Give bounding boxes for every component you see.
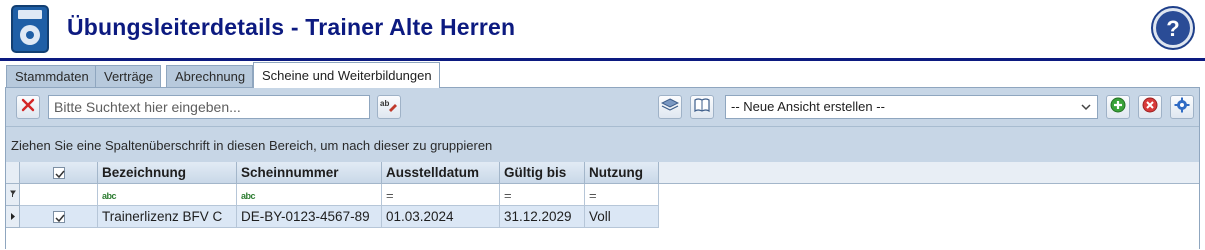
checkbox-checked-icon [52, 211, 65, 223]
group-by-panel[interactable]: Ziehen Sie eine Spaltenüberschrift in di… [6, 126, 1199, 162]
delete-circle-icon [1142, 97, 1158, 118]
spellcheck-button[interactable]: ab [377, 95, 401, 119]
text-filter-icon: abc [102, 191, 117, 201]
svg-text:ab: ab [380, 99, 389, 108]
select-all-checkbox[interactable] [20, 162, 98, 184]
abc-spellcheck-icon: ab [380, 97, 398, 118]
column-header-gueltig-bis[interactable]: Gültig bis [500, 162, 585, 184]
tab-vertraege[interactable]: Verträge [95, 65, 162, 87]
window-header: Übungsleiterdetails - Trainer Alte Herre… [0, 0, 1205, 61]
column-header-scheinnummer[interactable]: Scheinnummer [237, 162, 382, 184]
layers-button[interactable] [658, 95, 682, 119]
cell-bezeichnung[interactable]: Trainerlizenz BFV C [98, 206, 237, 228]
add-circle-icon [1110, 97, 1126, 118]
cell-nutzung[interactable]: Voll [585, 206, 659, 228]
filter-cell-ausstelldatum[interactable]: = [382, 184, 500, 206]
tab-strip: Stammdaten Verträge Abrechnung Scheine u… [0, 62, 1205, 88]
help-question-icon[interactable]: ? [1150, 5, 1196, 51]
filter-cell-scheinnummer[interactable]: abc [237, 184, 382, 206]
floppy-disk-icon [11, 5, 49, 53]
filter-cell-gueltig-bis[interactable]: = [500, 184, 585, 206]
text-filter-icon: abc [241, 191, 256, 201]
grid-header-row: Bezeichnung Scheinnummer Ausstelldatum G… [6, 162, 1199, 184]
delete-view-button[interactable] [1138, 95, 1162, 119]
chevron-down-icon [1080, 100, 1092, 114]
row-indicator [6, 206, 20, 228]
view-settings-button[interactable] [1170, 95, 1194, 119]
cell-gueltig-bis[interactable]: 31.12.2029 [500, 206, 585, 228]
layers-icon [660, 97, 680, 118]
header-filler [659, 162, 1199, 184]
table-row[interactable]: Trainerlizenz BFV C DE-BY-0123-4567-89 0… [6, 206, 1199, 228]
svg-text:?: ? [1166, 16, 1179, 41]
checkbox-checked-icon [52, 167, 65, 179]
grid-toolbar: ab -- Neue Ansicht erstelle [6, 88, 1199, 126]
row-indicator-header [6, 162, 20, 184]
column-header-nutzung[interactable]: Nutzung [585, 162, 659, 184]
data-grid: Bezeichnung Scheinnummer Ausstelldatum G… [6, 162, 1199, 250]
gear-icon [1174, 97, 1190, 118]
column-header-ausstelldatum[interactable]: Ausstelldatum [382, 162, 500, 184]
cell-ausstelldatum[interactable]: 01.03.2024 [382, 206, 500, 228]
book-button[interactable] [690, 95, 714, 119]
view-select-value: -- Neue Ansicht erstellen -- [731, 99, 885, 114]
book-icon [693, 97, 711, 118]
tab-abrechnung[interactable]: Abrechnung [166, 65, 254, 87]
add-view-button[interactable] [1106, 95, 1130, 119]
close-x-icon [21, 98, 35, 117]
equals-filter-icon: = [504, 188, 512, 203]
equals-filter-icon: = [386, 188, 394, 203]
view-select[interactable]: -- Neue Ansicht erstellen -- [725, 95, 1098, 119]
title-divider [0, 58, 1205, 61]
column-header-bezeichnung[interactable]: Bezeichnung [98, 162, 237, 184]
tab-stammdaten[interactable]: Stammdaten [6, 65, 97, 87]
equals-filter-icon: = [589, 188, 597, 203]
filter-pin-icon [10, 190, 16, 197]
search-input[interactable] [48, 95, 370, 119]
filter-cell-bezeichnung[interactable]: abc [98, 184, 237, 206]
filter-cell-nutzung[interactable]: = [585, 184, 659, 206]
filter-row-indicator [6, 184, 20, 206]
grid-filter-row: abc abc = = = [6, 184, 1199, 206]
current-row-arrow-icon [11, 213, 15, 220]
page-title: Übungsleiterdetails - Trainer Alte Herre… [67, 14, 516, 40]
tab-content-panel: ab -- Neue Ansicht erstelle [5, 87, 1200, 250]
tab-scheine-und-weiterbildungen[interactable]: Scheine und Weiterbildungen [253, 62, 440, 88]
clear-search-button[interactable] [16, 95, 40, 119]
filter-cell-checkbox[interactable] [20, 184, 98, 206]
cell-scheinnummer[interactable]: DE-BY-0123-4567-89 [237, 206, 382, 228]
row-checkbox[interactable] [20, 206, 98, 228]
